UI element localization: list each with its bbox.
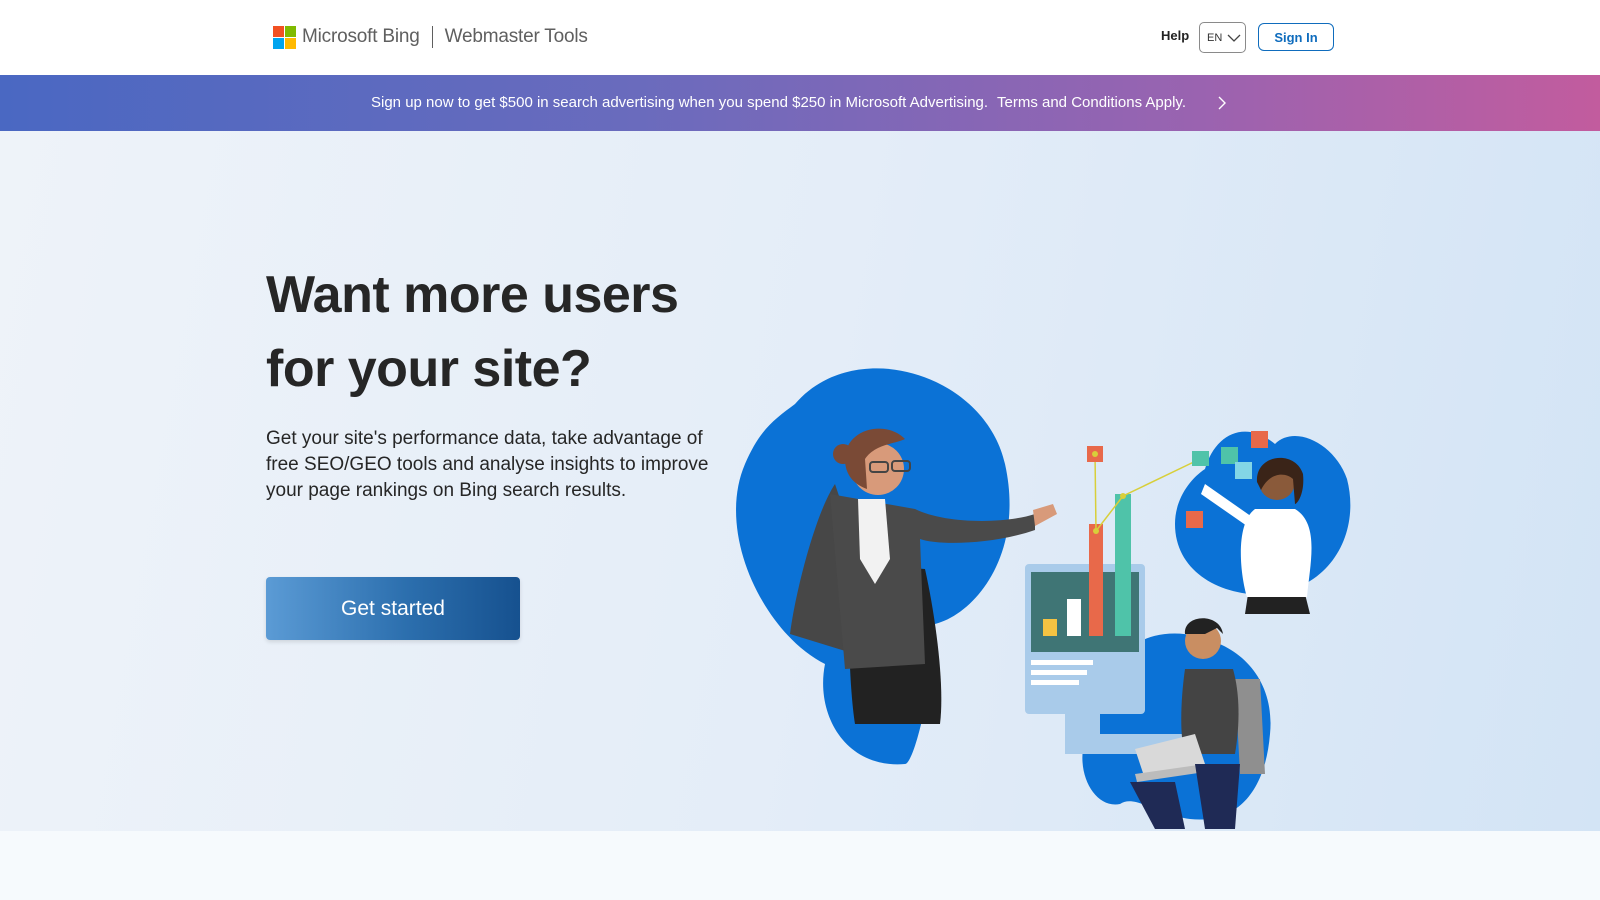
promo-text: Sign up now to get $500 in search advert… xyxy=(371,94,989,111)
hero-illustration xyxy=(736,368,1351,829)
hero-title: Want more users for your site? xyxy=(266,258,766,406)
promo-banner[interactable]: Sign up now to get $500 in search advert… xyxy=(0,75,1600,131)
chevron-right-icon[interactable] xyxy=(1218,96,1226,110)
language-value: EN xyxy=(1207,31,1223,44)
next-section-band xyxy=(0,831,1600,900)
hero-title-line2: for your site? xyxy=(266,340,592,398)
teal-bar xyxy=(1115,494,1131,636)
sign-in-button[interactable]: Sign In xyxy=(1258,23,1334,51)
orange-bar xyxy=(1089,524,1103,636)
hero-description: Get your site's performance data, take a… xyxy=(266,428,709,501)
help-link[interactable]: Help xyxy=(1161,28,1189,43)
hero-section: Want more users for your site? Get your … xyxy=(0,131,1600,831)
brand-name: Microsoft Bing xyxy=(302,26,420,47)
get-started-button[interactable]: Get started xyxy=(266,577,520,640)
microsoft-logo-icon xyxy=(273,25,296,49)
top-header: Microsoft Bing Webmaster Tools Help EN S… xyxy=(0,0,1600,75)
brand-divider xyxy=(431,26,433,48)
language-selector[interactable]: EN xyxy=(1199,22,1246,53)
promo-terms-link[interactable]: Terms and Conditions Apply. xyxy=(997,94,1186,111)
product-name: Webmaster Tools xyxy=(444,26,588,47)
chevron-down-icon xyxy=(1227,34,1241,42)
brand-logo-link[interactable]: Microsoft Bing Webmaster Tools xyxy=(273,24,588,50)
hero-title-line1: Want more users xyxy=(266,266,679,324)
